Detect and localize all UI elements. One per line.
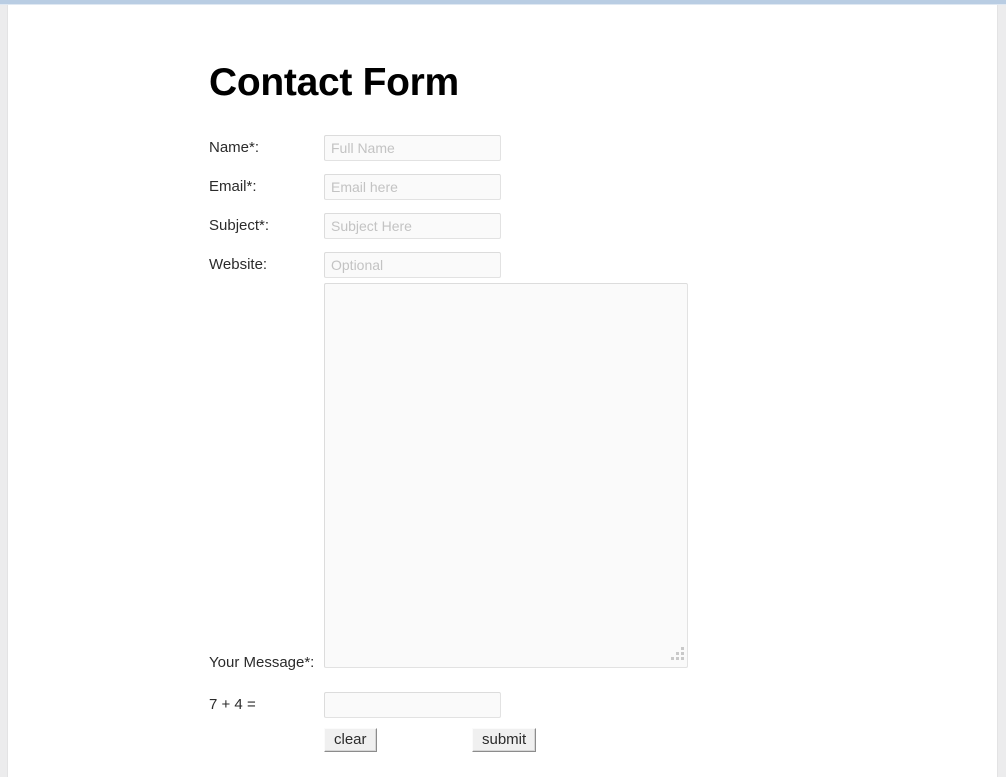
subject-label: Subject*: bbox=[209, 217, 270, 234]
website-label: Website: bbox=[209, 256, 268, 273]
captcha-label: 7 + 4 = bbox=[209, 696, 256, 713]
browser-viewport: Contact Form Name*: Email*: Subject*: We… bbox=[0, 0, 1006, 777]
name-input[interactable] bbox=[324, 135, 501, 161]
clear-button[interactable]: clear bbox=[324, 728, 377, 752]
website-input[interactable] bbox=[324, 252, 501, 278]
submit-button[interactable]: submit bbox=[472, 728, 537, 752]
email-label: Email*: bbox=[209, 178, 257, 195]
page-left-gutter bbox=[0, 5, 8, 777]
name-label: Name*: bbox=[209, 139, 260, 156]
page-right-gutter bbox=[997, 5, 1006, 777]
contact-form-page: Contact Form Name*: Email*: Subject*: We… bbox=[9, 5, 997, 777]
message-textarea[interactable] bbox=[324, 283, 688, 668]
message-label: Your Message*: bbox=[209, 654, 315, 671]
captcha-input[interactable] bbox=[324, 692, 501, 718]
page-title: Contact Form bbox=[209, 61, 459, 105]
email-input[interactable] bbox=[324, 174, 501, 200]
subject-input[interactable] bbox=[324, 213, 501, 239]
